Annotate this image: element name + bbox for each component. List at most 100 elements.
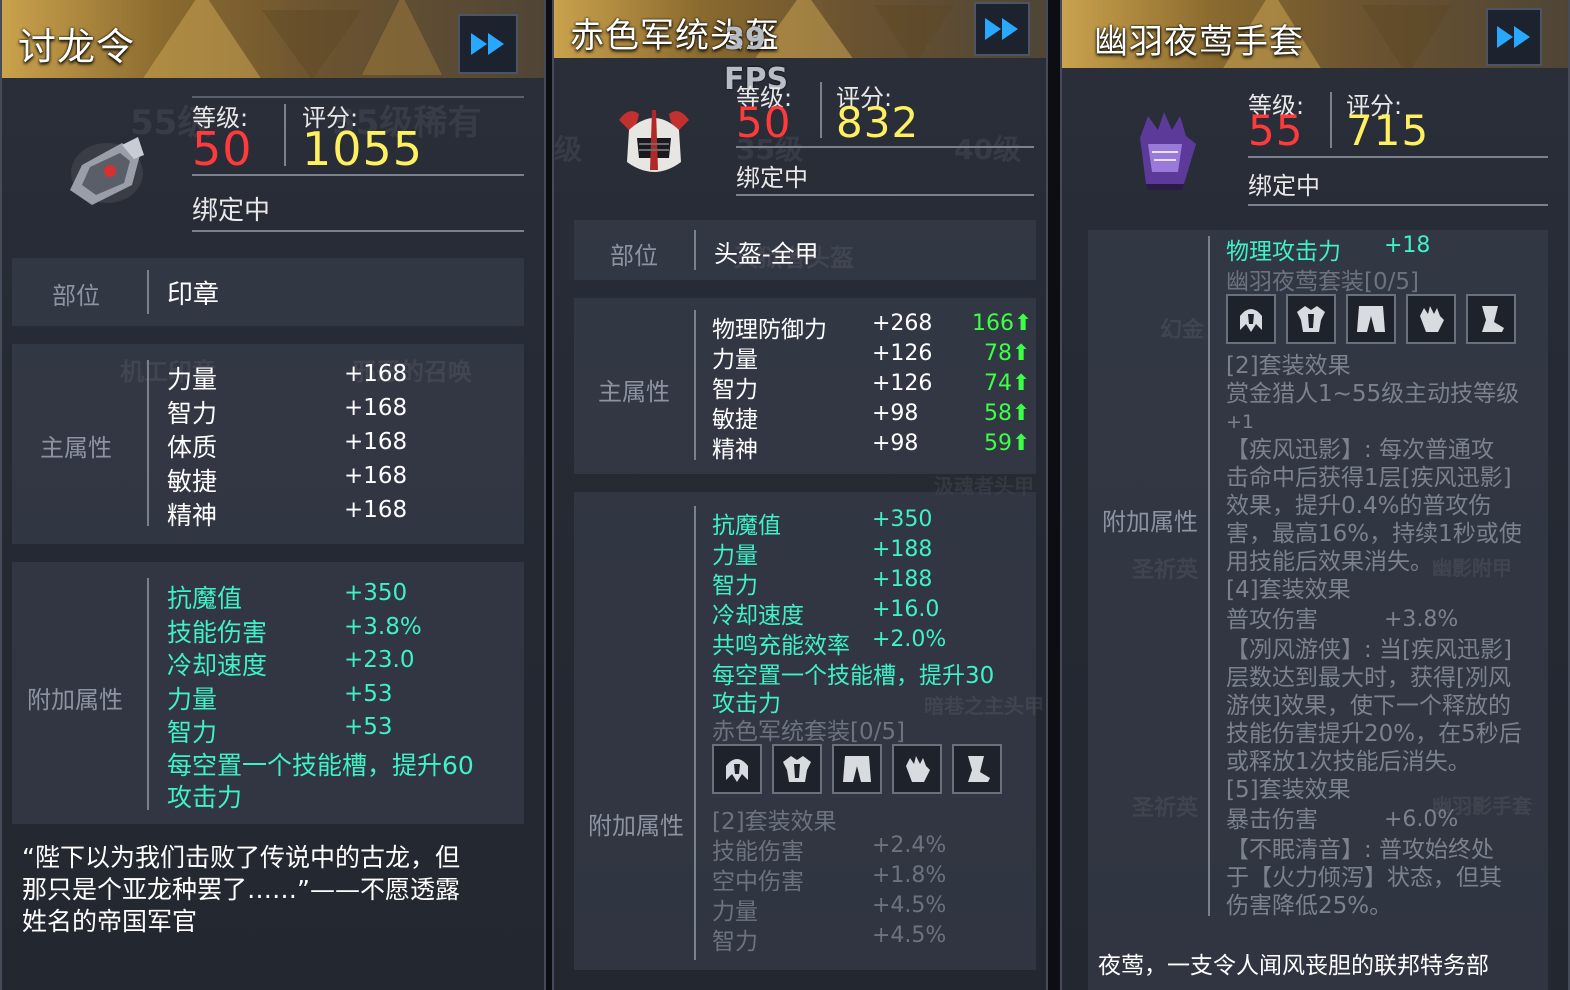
set-stat-name: 普攻伤害	[1226, 607, 1318, 633]
extra-stat-name: 力量	[167, 685, 218, 714]
slot-label: 部位	[52, 282, 100, 310]
set-desc-line: 技能伤害提升20%，在5秒后	[1226, 721, 1522, 747]
main-stat-name: 力量	[712, 347, 758, 373]
divider	[736, 146, 1034, 148]
extra-stat-text: 每空置一个技能槽，提升60	[167, 751, 474, 780]
divider	[1248, 204, 1548, 206]
divider	[192, 174, 524, 176]
set-piece-armor[interactable]	[1286, 294, 1336, 344]
set-piece-armor[interactable]	[772, 744, 822, 794]
panel-header: 讨龙令	[2, 0, 544, 78]
main-stat-value: +126	[872, 371, 933, 396]
extra-stat-value: +53	[344, 714, 393, 740]
stat-diff-value: 78	[984, 341, 1012, 366]
extra-stat-value: +350	[872, 507, 933, 532]
main-stat-name: 敏捷	[167, 467, 218, 496]
main-stat-value: +98	[872, 431, 919, 456]
pants-icon	[843, 756, 871, 782]
main-stat-name: 体质	[167, 433, 218, 462]
flavor-text: 姓名的帝国军官	[22, 907, 198, 936]
glove-icon	[906, 756, 930, 782]
set-desc-line: [4]套装效果	[1226, 577, 1351, 603]
extra-stat-value: +23.0	[344, 647, 415, 673]
extra-stat-value: +188	[872, 537, 933, 562]
set-piece-helmet[interactable]	[1226, 294, 1276, 344]
ghost-text: 圣祈英	[1132, 558, 1199, 583]
ghost-text: 圣祈英	[1132, 796, 1199, 821]
fast-forward-icon	[985, 18, 1018, 40]
set-desc-line: 效果，提升0.4%的普攻伤	[1226, 493, 1492, 519]
extra-stat-name: 冷却速度	[712, 603, 804, 629]
fast-forward-button[interactable]	[974, 2, 1030, 56]
fast-forward-button[interactable]	[1486, 8, 1542, 66]
stat-diff: 166⬆	[972, 311, 1032, 336]
set-desc-line: [5]套装效果	[1226, 777, 1351, 803]
armor-icon	[783, 756, 811, 782]
divider	[192, 96, 524, 98]
pants-icon	[1357, 306, 1385, 332]
extra-stat-value: +18	[1384, 233, 1431, 258]
helmet-icon	[1240, 309, 1262, 332]
set-desc-line: 击命中后获得1层[疾风迅影]	[1226, 465, 1512, 491]
divider	[694, 310, 696, 460]
divider	[1248, 156, 1548, 158]
set-name: 幽羽夜莺套装[0/5]	[1226, 269, 1419, 295]
set-stat-value: +2.4%	[872, 833, 947, 858]
glove-item-icon	[1140, 112, 1196, 190]
set-stat-value: +1.8%	[872, 863, 947, 888]
ghost-text: 幽影附甲	[1432, 556, 1512, 580]
set-piece-glove[interactable]	[892, 744, 942, 794]
main-stat-name: 精神	[712, 437, 758, 463]
item-title: 讨龙令	[18, 25, 136, 69]
divider	[147, 270, 149, 314]
set-desc-line: [2]套装效果	[1226, 353, 1351, 379]
extra-stat-name: 力量	[712, 543, 758, 569]
main-stat-value: +168	[344, 395, 408, 421]
set-desc-line: +1	[1226, 411, 1255, 433]
set-piece-helmet[interactable]	[712, 744, 762, 794]
level-value: 55	[1248, 106, 1304, 155]
bound-status: 绑定中	[192, 196, 271, 226]
set-stat-value: +4.5%	[872, 923, 947, 948]
ghost-text: 级	[554, 133, 583, 166]
level-value: 50	[736, 98, 792, 147]
ghost-text: 暗巷之主头甲	[924, 694, 1044, 718]
seal-item-icon	[70, 137, 144, 205]
fast-forward-button[interactable]	[458, 14, 518, 74]
set-stat-value: +6.0%	[1384, 807, 1459, 832]
flavor-text: “陛下以为我们击败了传说中的古龙，但	[22, 843, 460, 872]
bound-status: 绑定中	[1248, 172, 1320, 200]
set-piece-pants[interactable]	[1346, 294, 1396, 344]
set-piece-pants[interactable]	[832, 744, 882, 794]
set-name: 赤色军统套装[0/5]	[712, 719, 905, 745]
set-piece-boots[interactable]	[952, 744, 1002, 794]
set-piece-boots[interactable]	[1466, 294, 1516, 344]
glove-icon	[1420, 306, 1444, 332]
extra-stats-label: 附加属性	[588, 812, 684, 840]
stat-diff-value: 58	[984, 401, 1012, 426]
extra-stats-label: 附加属性	[27, 686, 123, 714]
stat-diff-value: 59	[984, 431, 1012, 456]
flavor-text: 那只是个亚龙种罢了……”——不愿透露	[22, 875, 460, 904]
extra-stat-name: 技能伤害	[167, 618, 268, 647]
set-stat-name: 空中伤害	[712, 869, 804, 895]
set-desc-line: 伤害降低25%。	[1226, 893, 1393, 919]
score-value: 832	[836, 98, 920, 147]
score-value: 1055	[302, 122, 424, 176]
helmet-icon	[726, 759, 748, 782]
main-stat-name: 智力	[167, 399, 218, 428]
divider	[1330, 92, 1332, 148]
set-desc-line: 害，最高16%，持续1秒或使	[1226, 521, 1522, 547]
main-stat-name: 智力	[712, 377, 758, 403]
set-desc-line: 游侠]效果，使下一个释放的	[1226, 693, 1511, 719]
main-stat-name: 物理防御力	[712, 317, 827, 343]
set-piece-glove[interactable]	[1406, 294, 1456, 344]
level-value: 50	[192, 122, 253, 176]
stat-diff: 74⬆	[984, 371, 1030, 396]
arrow-up-icon: ⬆	[1014, 311, 1033, 336]
slot-value: 印章	[167, 280, 220, 310]
main-stats-label: 主属性	[40, 434, 112, 462]
set-stat-name: 技能伤害	[712, 839, 804, 865]
divider	[694, 230, 696, 270]
item-title: 幽羽夜莺手套	[1094, 22, 1304, 62]
